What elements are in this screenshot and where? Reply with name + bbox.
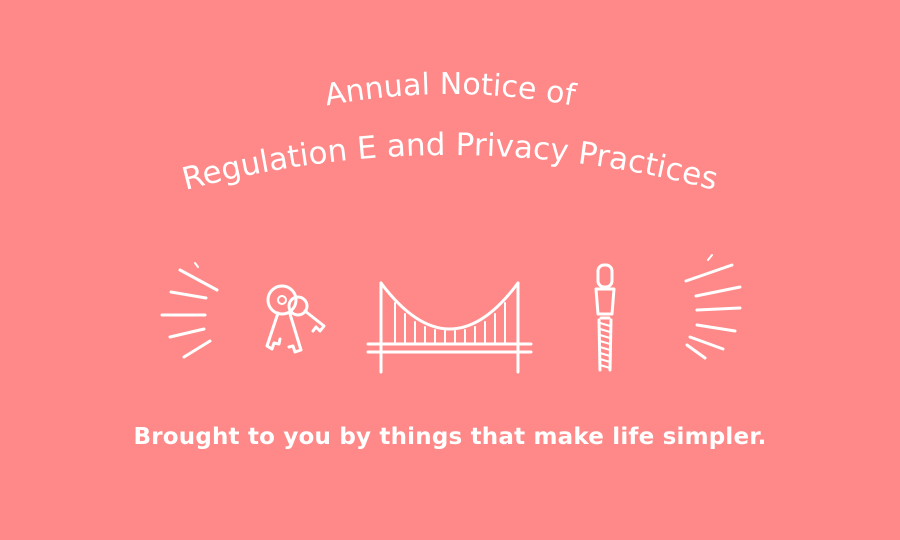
keys-icon — [265, 284, 326, 354]
banner-tagline: Brought to you by things that make life … — [133, 424, 767, 450]
title-line-2: Regulation E and Privacy Practices — [178, 127, 721, 198]
zipper-icon — [594, 263, 616, 372]
sparkle-right-icon — [684, 254, 742, 360]
banner-title: Annual Notice of Regulation E and Privac… — [178, 67, 721, 198]
icon-row — [160, 254, 742, 374]
sparkle-left-icon — [160, 262, 219, 359]
bridge-icon — [366, 281, 533, 374]
title-line-1: Annual Notice of — [322, 67, 580, 114]
notice-banner: Annual Notice of Regulation E and Privac… — [0, 0, 900, 540]
